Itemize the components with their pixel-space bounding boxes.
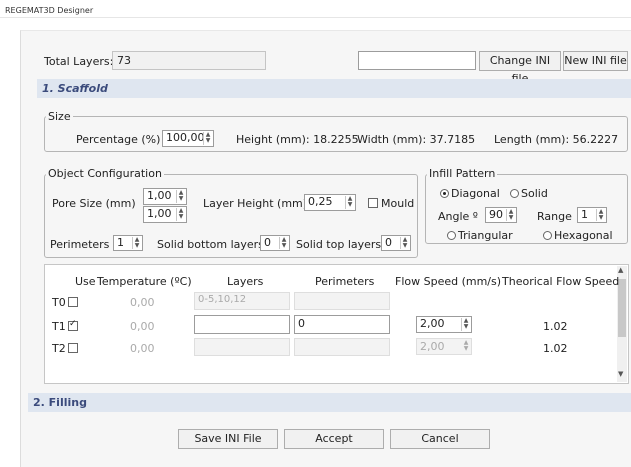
angle-label: Angle º [438,210,478,223]
hexagonal-label: Hexagonal [554,229,613,242]
percentage-label: Percentage (%) [76,133,161,146]
size-group-label: Size [46,110,73,123]
row-t0-layers-input[interactable]: 0-5,10,12 [194,292,290,310]
row-t1-temperature: 0,00 [130,320,155,333]
solid-bottom-spinbox[interactable]: 0 ▲ ▼ [260,235,290,251]
triangular-label: Triangular [458,229,513,242]
perimeters-label: Perimeters [50,238,110,251]
header-flow-speed: Flow Speed (mm/s) [395,275,502,288]
row-t2-perimeters-input[interactable] [294,338,390,356]
row-t1-flow-speed-spinbox[interactable]: 2,00 ▲ ▼ [416,316,472,333]
mould-checkbox[interactable] [368,198,378,208]
cancel-button[interactable]: Cancel [390,429,490,449]
pore-size-label: Pore Size (mm) [52,197,136,210]
new-ini-button[interactable]: New INI file [563,51,628,71]
save-ini-button[interactable]: Save INI File [178,429,278,449]
diagonal-radio[interactable] [440,189,449,198]
spin-arrows-icon[interactable]: ▲ ▼ [345,196,354,209]
spin-arrows-icon[interactable]: ▲ ▼ [279,237,288,249]
solid-top-label: Solid top layers [296,238,382,251]
row-t1-theorical-flow: 1.02 [543,320,568,333]
spin-arrows-icon[interactable]: ▲ ▼ [176,190,185,203]
length-label: Length (mm): 56.2227 [494,133,619,146]
spin-arrows-icon[interactable]: ▲ ▼ [506,209,515,221]
row-t2-theorical-flow: 1.02 [543,342,568,355]
change-ini-button[interactable]: Change INI file [479,51,561,85]
row-t2-temperature: 0,00 [130,342,155,355]
solid-label: Solid [521,187,548,200]
row-t1-flow-speed-value: 2,00 [420,317,445,330]
layer-height-label: Layer Height (mm) [203,197,308,210]
layer-height-spinbox[interactable]: 0,25 ▲ ▼ [304,194,356,211]
angle-spinbox[interactable]: 90 ▲ ▼ [485,207,517,223]
window-title: REGEMAT3D Designer [5,6,94,15]
hexagonal-radio[interactable] [543,231,552,240]
header-layers: Layers [227,275,264,288]
scroll-up-icon[interactable]: ▲ [618,266,623,274]
accept-button[interactable]: Accept [284,429,384,449]
solid-top-value: 0 [385,236,392,249]
percentage-spinbox[interactable]: 100,00 ▲ ▼ [162,130,214,147]
range-spinbox[interactable]: 1 ▲ ▼ [577,207,607,223]
header-theorical-flow: Theorical Flow Speed [502,275,620,288]
row-t0-use-checkbox[interactable] [68,297,78,307]
spin-arrows-icon[interactable]: ▲ ▼ [176,208,185,221]
row-t1-use-checkbox[interactable]: ✓ [68,319,78,331]
row-t2-name: T2 [52,342,66,355]
solid-bottom-value: 0 [264,236,271,249]
total-layers-label: Total Layers: [44,55,114,68]
filling-section-header[interactable]: 2. Filling [28,393,631,412]
infill-group-label: Infill Pattern [427,167,498,180]
pore-size-value-1: 1,00 [147,189,172,202]
angle-value: 90 [489,208,503,221]
header-use: Use [75,275,96,288]
solid-bottom-label: Solid bottom layers [157,238,264,251]
percentage-value: 100,00 [166,131,205,144]
row-t0-perimeters-input[interactable] [294,292,390,310]
row-t2-use-checkbox[interactable] [68,343,78,353]
title-separator [0,17,631,18]
object-config-label: Object Configuration [46,167,164,180]
ini-path-input[interactable] [358,51,476,70]
mould-label: Mould [381,197,415,210]
spin-arrows-icon[interactable]: ▲ ▼ [203,132,212,145]
pore-size-spinbox-1[interactable]: 1,00 ▲ ▼ [143,188,187,205]
spin-arrows-icon[interactable]: ▲ ▼ [400,237,409,249]
row-t2-flow-speed-value: 2,00 [420,340,445,353]
layer-height-value: 0,25 [308,195,333,208]
row-t2-layers-input[interactable] [194,338,290,356]
diagonal-label: Diagonal [451,187,500,200]
scroll-down-icon[interactable]: ▼ [618,370,623,378]
check-icon: ✓ [69,319,77,329]
solid-top-spinbox[interactable]: 0 ▲ ▼ [381,235,411,251]
row-t1-perimeters-input[interactable]: 0 [294,315,390,334]
header-temperature: Temperature (ºC) [97,275,192,288]
spin-arrows-icon[interactable]: ▲ ▼ [462,340,470,353]
row-t1-layers-input[interactable] [194,315,290,334]
spin-arrows-icon[interactable]: ▲ ▼ [596,209,605,221]
range-value: 1 [581,208,588,221]
header-perimeters: Perimeters [315,275,375,288]
row-t1-name: T1 [52,320,66,333]
triangular-radio[interactable] [447,231,456,240]
row-t2-flow-speed-spinbox[interactable]: 2,00 ▲ ▼ [416,338,472,355]
height-label: Height (mm): 18.2255 [236,133,359,146]
scaffold-section-header[interactable]: 1. Scaffold [37,79,631,98]
pore-size-spinbox-2[interactable]: 1,00 ▲ ▼ [143,206,187,223]
total-layers-field: 73 [112,51,266,70]
spin-arrows-icon[interactable]: ▲ ▼ [461,318,470,331]
solid-radio[interactable] [510,189,519,198]
row-t0-temperature: 0,00 [130,296,155,309]
spin-arrows-icon[interactable]: ▲ ▼ [132,237,141,249]
perimeters-value: 1 [117,236,124,249]
perimeters-spinbox[interactable]: 1 ▲ ▼ [113,235,143,251]
range-label: Range [537,210,572,223]
pore-size-value-2: 1,00 [147,207,172,220]
row-t0-name: T0 [52,296,66,309]
width-label: Width (mm): 37.7185 [357,133,476,146]
